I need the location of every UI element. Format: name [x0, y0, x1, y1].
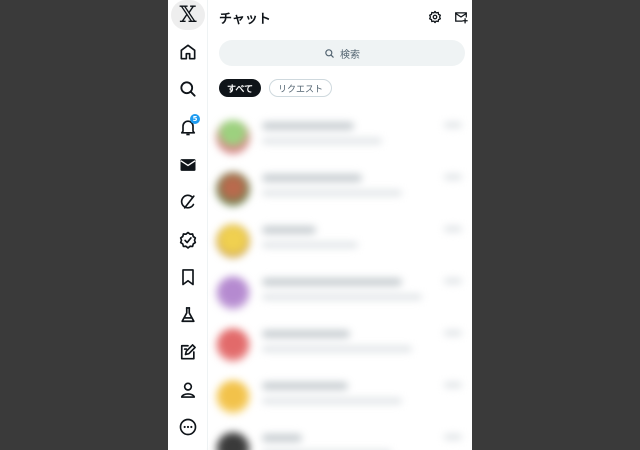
chat-panel: チャット 検索 すべて リクエスト [208, 0, 472, 450]
search-placeholder: 検索 [340, 49, 360, 61]
search-icon [325, 48, 334, 58]
sidebar-item-compose[interactable] [171, 337, 205, 367]
avatar [216, 432, 250, 450]
sidebar-item-messages[interactable] [171, 150, 205, 180]
flask-icon [181, 307, 195, 323]
notification-badge: 5 [190, 114, 200, 124]
new-message-button[interactable] [453, 9, 469, 25]
filter-all-chip[interactable]: すべて [219, 79, 262, 97]
gear-icon [428, 10, 442, 24]
conversation-item[interactable] [216, 114, 464, 158]
avatar [216, 380, 250, 414]
avatar [216, 224, 250, 258]
conversation-item[interactable] [216, 218, 464, 262]
search-input[interactable]: 検索 [219, 40, 465, 66]
sidebar-item-notifications[interactable]: 5 [171, 112, 205, 142]
bookmark-icon [182, 269, 194, 286]
sidebar-item-grok[interactable] [171, 187, 205, 217]
settings-button[interactable] [427, 9, 443, 25]
conversation-list [208, 110, 472, 450]
sidebar-item-home[interactable] [171, 37, 205, 67]
app-window: 𝕏 5 チャット 検索 すべて リクエスト [168, 0, 472, 450]
filter-chips: すべて リクエスト [219, 79, 333, 97]
new-message-icon [455, 12, 468, 24]
x-logo-icon: 𝕏 [179, 2, 197, 28]
filter-requests-chip[interactable]: リクエスト [269, 79, 333, 97]
verified-icon [179, 231, 197, 249]
conversation-item[interactable] [216, 322, 464, 366]
home-icon [180, 44, 196, 60]
sidebar-item-profile[interactable] [171, 375, 205, 405]
page-title: チャット [219, 12, 271, 27]
person-icon [180, 382, 196, 398]
sidebar-item-premium[interactable] [171, 225, 205, 255]
sidebar-item-explore[interactable] [171, 74, 205, 104]
avatar [216, 328, 250, 362]
more-icon [179, 418, 197, 436]
conversation-item[interactable] [216, 270, 464, 314]
search-icon [180, 81, 196, 97]
grok-icon [180, 194, 195, 209]
sidebar-item-more[interactable] [171, 412, 205, 442]
avatar [216, 276, 250, 310]
avatar [216, 172, 250, 206]
mail-icon [180, 159, 196, 171]
conversation-item[interactable] [216, 166, 464, 210]
x-logo-button[interactable]: 𝕏 [171, 0, 205, 30]
sidebar-nav: 𝕏 5 [168, 0, 208, 450]
compose-icon [180, 344, 196, 360]
avatar [216, 120, 250, 154]
sidebar-item-labs[interactable] [171, 300, 205, 330]
conversation-item[interactable] [216, 374, 464, 418]
chat-header: チャット [219, 6, 469, 28]
conversation-item[interactable] [216, 426, 464, 450]
sidebar-item-bookmarks[interactable] [171, 262, 205, 292]
